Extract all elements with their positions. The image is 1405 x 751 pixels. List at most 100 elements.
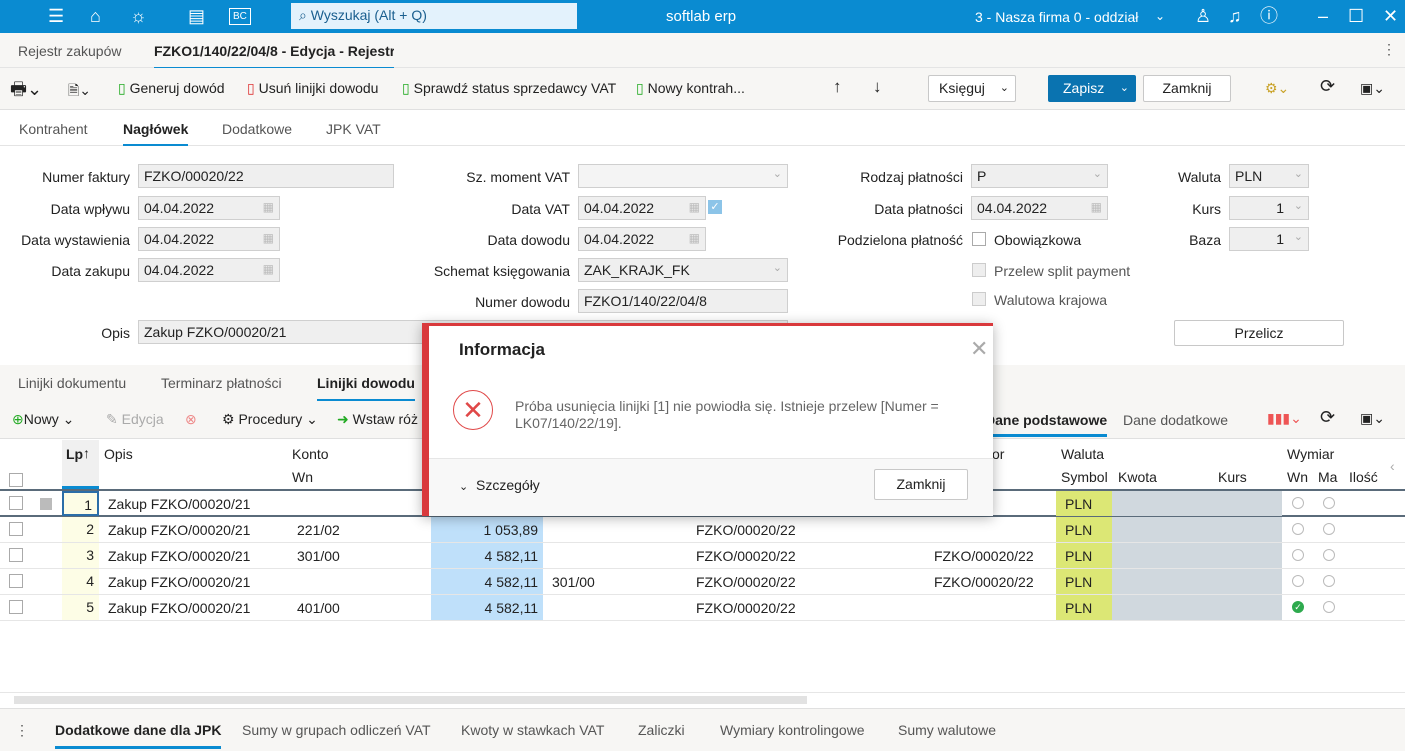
arrow-down-icon[interactable]: ↓ xyxy=(873,77,882,97)
baza-field[interactable]: 1 ⌄ xyxy=(1229,227,1309,251)
tab-linijki-dowodu[interactable]: Linijki dowodu xyxy=(317,375,415,402)
check-vat-button[interactable]: ▯ Sprawdź status sprzedawcy VAT xyxy=(402,80,616,97)
obowiazkowa-checkbox[interactable] xyxy=(972,232,986,246)
opis-cell[interactable]: Zakup FZKO/00020/21 xyxy=(108,496,250,512)
data-platnosci-field[interactable]: 04.04.2022 ▦ xyxy=(971,196,1108,220)
arrow-up-icon[interactable]: ↑ xyxy=(833,77,842,97)
numer-dowodu-field[interactable]: FZKO1/140/22/04/8 xyxy=(578,289,788,313)
kwota-kurs-cell[interactable] xyxy=(1112,595,1282,620)
kwota-kurs-cell[interactable] xyxy=(1112,517,1282,542)
header-opis[interactable]: Opis xyxy=(104,446,133,462)
lp-cell[interactable]: 4 xyxy=(62,569,99,594)
post-dropdown[interactable]: Księguj ⌄ xyxy=(928,75,1016,102)
refresh-icon[interactable]: ⟳ xyxy=(1320,76,1335,97)
konto-wn-cell[interactable]: 221/02 xyxy=(297,522,340,538)
wn-radio[interactable] xyxy=(1292,497,1304,509)
close-window-icon[interactable]: ✕ xyxy=(1383,6,1398,26)
amount-cell[interactable]: 4 582,11 xyxy=(431,595,543,620)
data-dowodu-field[interactable]: 04.04.2022 ▦ xyxy=(578,227,706,251)
details-toggle[interactable]: ⌄ Szczegóły xyxy=(459,477,540,493)
przelicz-button[interactable]: Przelicz xyxy=(1174,320,1344,346)
print-icon[interactable]: 🖶⌄ xyxy=(10,77,42,107)
header-wymiar-wn[interactable]: Wn xyxy=(1287,469,1308,485)
sz-moment-vat-select[interactable]: ⌄ xyxy=(578,164,788,188)
tab-edit-document[interactable]: FZKO1/140/22/04/8 - Edycja - Rejestr xyxy=(154,43,394,70)
calendar-icon[interactable]: ▦ xyxy=(1091,200,1102,214)
header-wymiar-ma[interactable]: Ma xyxy=(1318,469,1337,485)
insert-button[interactable]: ➜ Wstaw róż xyxy=(337,411,418,428)
user-icon[interactable]: ♙ xyxy=(1195,6,1211,26)
row-checkbox[interactable] xyxy=(9,548,23,562)
tab-wymiary[interactable]: Wymiary kontrolingowe xyxy=(720,722,865,738)
calendar-icon[interactable]: ▦ xyxy=(263,231,274,245)
header-partial[interactable]: or xyxy=(992,446,1004,462)
tab-jpk-vat[interactable]: JPK VAT xyxy=(326,121,381,137)
kwota-kurs-cell[interactable] xyxy=(1112,543,1282,568)
ma-radio[interactable] xyxy=(1323,549,1335,561)
delete-lines-button[interactable]: ▯ Usuń linijki dowodu xyxy=(247,80,378,97)
row-checkbox[interactable] xyxy=(9,496,23,510)
tab-zaliczki[interactable]: Zaliczki xyxy=(638,722,685,738)
row-checkbox[interactable] xyxy=(9,574,23,588)
symbol-cell[interactable]: PLN xyxy=(1056,491,1112,516)
opis-cell[interactable]: Zakup FZKO/00020/21 xyxy=(108,548,250,564)
lp-cell[interactable]: 2 xyxy=(62,517,99,542)
opis-cell[interactable]: Zakup FZKO/00020/21 xyxy=(108,600,250,616)
document-cell[interactable]: FZKO/00020/22 xyxy=(696,574,796,590)
dialog-close-button[interactable]: Zamknij xyxy=(874,469,968,500)
refresh-icon[interactable]: ⟳ xyxy=(1320,407,1335,428)
tab-linijki-dokumentu[interactable]: Linijki dokumentu xyxy=(18,375,126,391)
close-icon[interactable]: ✕ xyxy=(970,336,988,362)
delete-icon[interactable]: ⊗ xyxy=(185,411,197,428)
walutowa-krajowa-checkbox[interactable] xyxy=(972,292,986,306)
ma-radio[interactable] xyxy=(1323,601,1335,613)
tab-kontrahent[interactable]: Kontrahent xyxy=(19,121,88,137)
lp-cell[interactable]: 1 xyxy=(62,491,99,516)
warning-settings-icon[interactable]: ⚙⌄ xyxy=(1265,80,1289,97)
konto-ma-cell[interactable]: 301/00 xyxy=(552,574,595,590)
header-konto[interactable]: Konto xyxy=(292,446,329,462)
tab-dodatkowe[interactable]: Dodatkowe xyxy=(222,121,292,137)
tab-sumy-vat[interactable]: Sumy w grupach odliczeń VAT xyxy=(242,722,431,738)
data-zakupu-field[interactable]: 04.04.2022 ▦ xyxy=(138,258,280,282)
table-row[interactable]: 3 Zakup FZKO/00020/21 301/00 4 582,11 FZKO/0… xyxy=(0,543,1405,569)
more-icon[interactable]: ⋮ xyxy=(15,722,29,739)
tab-naglowek[interactable]: Nagłówek xyxy=(123,121,189,147)
calendar-icon[interactable]: ▦ xyxy=(263,262,274,276)
calendar-icon[interactable]: ▦ xyxy=(263,200,274,214)
data-vat-checkbox[interactable]: ✓ xyxy=(708,200,722,214)
document-cell[interactable]: FZKO/00020/22 xyxy=(696,600,796,616)
save-button[interactable]: Zapisz ⌄ xyxy=(1048,75,1136,102)
new-button[interactable]: ⊕Nowy ⌄ xyxy=(12,411,74,428)
data-wystawienia-field[interactable]: 04.04.2022 ▦ xyxy=(138,227,280,251)
tab-dane-podstawowe[interactable]: Dane podstawowe xyxy=(985,412,1108,437)
table-row[interactable]: 5 Zakup FZKO/00020/21 401/00 4 582,11 FZKO/0… xyxy=(0,595,1405,621)
ma-radio[interactable] xyxy=(1323,575,1335,587)
ma-radio[interactable] xyxy=(1323,523,1335,535)
document-settings-icon[interactable]: 🗎⌄ xyxy=(68,80,91,104)
symbol-cell[interactable]: PLN xyxy=(1056,543,1112,568)
table-row[interactable]: 2 Zakup FZKO/00020/21 221/02 1 053,89 FZKO/0… xyxy=(0,517,1405,543)
chevron-left-icon[interactable]: ‹ xyxy=(1390,458,1395,474)
kwota-kurs-cell[interactable] xyxy=(1112,569,1282,594)
symbol-cell[interactable]: PLN xyxy=(1056,569,1112,594)
data-wplywu-field[interactable]: 04.04.2022 ▦ xyxy=(138,196,280,220)
tab-terminarz[interactable]: Terminarz płatności xyxy=(161,375,282,391)
chart-icon[interactable]: ▮▮▮⌄ xyxy=(1267,410,1302,427)
header-kwota[interactable]: Kwota xyxy=(1118,469,1157,485)
tab-sumy-walutowe[interactable]: Sumy walutowe xyxy=(898,722,996,738)
wn-radio[interactable] xyxy=(1292,575,1304,587)
konto-wn-cell[interactable]: 301/00 xyxy=(297,548,340,564)
header-symbol[interactable]: Symbol xyxy=(1061,469,1108,485)
tab-kwoty-vat[interactable]: Kwoty w stawkach VAT xyxy=(461,722,604,738)
symbol-cell[interactable]: PLN xyxy=(1056,595,1112,620)
lp-header[interactable]: Lp ↑ xyxy=(62,440,99,489)
scrollbar-thumb[interactable] xyxy=(14,696,807,704)
konto-wn-cell[interactable]: 401/00 xyxy=(297,600,340,616)
calendar-icon[interactable]: ▦ xyxy=(689,200,700,214)
numer-faktury-field[interactable]: FZKO/00020/22 xyxy=(138,164,394,188)
tab-dodatkowe-jpk[interactable]: Dodatkowe dane dla JPK xyxy=(55,722,222,749)
lp-cell[interactable]: 5 xyxy=(62,595,99,620)
lightbulb-icon[interactable]: ☼ xyxy=(130,6,147,26)
header-konto-wn[interactable]: Wn xyxy=(292,469,313,485)
